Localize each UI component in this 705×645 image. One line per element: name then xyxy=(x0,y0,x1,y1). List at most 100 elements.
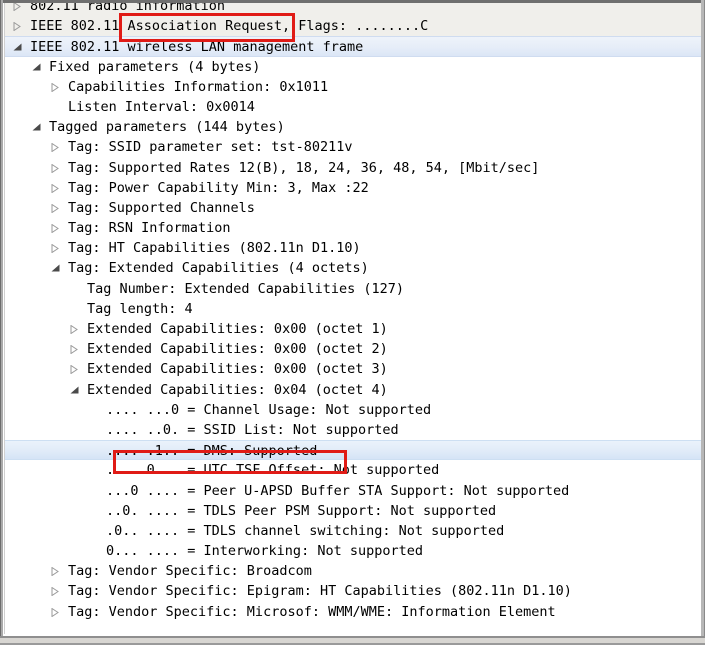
tree-row-label: ...0 .... = Peer U-APSD Buffer STA Suppo… xyxy=(106,482,570,499)
tree-row-label: .... .1.. = DMS: Supported xyxy=(106,443,318,460)
tree-row-content: Tag: Extended Capabilities (4 octets) xyxy=(5,258,701,278)
tree-row[interactable]: Extended Capabilities: 0x00 (octet 1) xyxy=(5,319,701,339)
tree-row-content: Tag: Supported Channels xyxy=(5,198,701,218)
tree-row[interactable]: Capabilities Information: 0x1011 xyxy=(5,77,701,97)
tree-expander-collapsed-icon[interactable] xyxy=(51,198,63,218)
tree-expander-collapsed-icon[interactable] xyxy=(51,581,63,601)
tree-expander-collapsed-icon[interactable] xyxy=(70,339,82,359)
tree-row[interactable]: .0.. .... = TDLS channel switching: Not … xyxy=(5,521,701,541)
tree-row[interactable]: 802.11 radio information xyxy=(5,3,701,17)
tree-row[interactable]: Fixed parameters (4 bytes) xyxy=(5,57,701,77)
tree-row-label: Tag: Power Capability Min: 3, Max :22 xyxy=(68,179,369,196)
tree-expander-collapsed-icon[interactable] xyxy=(51,158,63,178)
tree-row[interactable]: 0... .... = Interworking: Not supported xyxy=(5,541,701,561)
tree-row-label: 0... .... = Interworking: Not supported xyxy=(106,543,423,560)
tree-row[interactable]: Tag Number: Extended Capabilities (127) xyxy=(5,279,701,299)
tree-row-label: ..0. .... = TDLS Peer PSM Support: Not s… xyxy=(106,502,497,519)
tree-row[interactable]: .... 0... = UTC TSF Offset: Not supporte… xyxy=(5,460,701,480)
tree-expander-collapsed-icon[interactable] xyxy=(70,359,82,379)
tree-expander-collapsed-icon[interactable] xyxy=(51,602,63,622)
tree-row-content: .... ...0 = Channel Usage: Not supported xyxy=(5,400,701,420)
tree-row-content: Tag: Vendor Specific: Broadcom xyxy=(5,561,701,581)
tree-row-list: 802.11 radio information IEEE 802.11 Asso… xyxy=(5,3,701,622)
tree-row[interactable]: Tag: Supported Channels xyxy=(5,198,701,218)
packet-details-pane: 802.11 radio information IEEE 802.11 Asso… xyxy=(0,0,705,645)
tree-row[interactable]: .... ..0. = SSID List: Not supported xyxy=(5,420,701,440)
tree-row-content: Tag length: 4 xyxy=(5,299,701,319)
tree-expander-collapsed-icon[interactable] xyxy=(13,3,25,16)
tree-row-label: Fixed parameters (4 bytes) xyxy=(49,58,261,75)
tree-row[interactable]: Extended Capabilities: 0x00 (octet 3) xyxy=(5,359,701,379)
tree-row-content: .... ..0. = SSID List: Not supported xyxy=(5,420,701,440)
tree-row-label: 802.11 radio information xyxy=(30,3,226,14)
tree-row[interactable]: ..0. .... = TDLS Peer PSM Support: Not s… xyxy=(5,501,701,521)
packet-detail-tree[interactable]: 802.11 radio information IEEE 802.11 Asso… xyxy=(5,3,701,634)
tree-expander-collapsed-icon[interactable] xyxy=(70,319,82,339)
tree-row-content: Tag: Power Capability Min: 3, Max :22 xyxy=(5,178,701,198)
tree-row[interactable]: Extended Capabilities: 0x04 (octet 4) xyxy=(5,380,701,400)
tree-row[interactable]: Tag: Extended Capabilities (4 octets) xyxy=(5,258,701,278)
tree-row[interactable]: Tag: Vendor Specific: Epigram: HT Capabi… xyxy=(5,581,701,601)
tree-expander-expanded-icon[interactable] xyxy=(70,380,82,400)
tree-row-label: Tag: Vendor Specific: Microsof: WMM/WME:… xyxy=(68,603,556,620)
tree-row-content: .... .1.. = DMS: Supported xyxy=(5,441,701,459)
tree-row[interactable]: Tag: Supported Rates 12(B), 18, 24, 36, … xyxy=(5,158,701,178)
tree-row-content: IEEE 802.11 Association Request, Flags: … xyxy=(5,16,701,36)
tree-expander-expanded-icon[interactable] xyxy=(32,117,44,137)
tree-row-content: ..0. .... = TDLS Peer PSM Support: Not s… xyxy=(5,501,701,521)
tree-row-content: Tag: HT Capabilities (802.11n D1.10) xyxy=(5,238,701,258)
tree-row[interactable]: Tag: RSN Information xyxy=(5,218,701,238)
tree-row[interactable]: IEEE 802.11 Association Request, Flags: … xyxy=(5,16,701,37)
tree-row[interactable]: Tag: Power Capability Min: 3, Max :22 xyxy=(5,178,701,198)
tree-row-content: Extended Capabilities: 0x04 (octet 4) xyxy=(5,380,701,400)
tree-row-label: .0.. .... = TDLS channel switching: Not … xyxy=(106,522,505,539)
tree-row-content: Tagged parameters (144 bytes) xyxy=(5,117,701,137)
tree-expander-collapsed-icon[interactable] xyxy=(51,218,63,238)
tree-row-content: Tag: RSN Information xyxy=(5,218,701,238)
tree-row[interactable]: Tag: Vendor Specific: Broadcom xyxy=(5,561,701,581)
tree-expander-collapsed-icon[interactable] xyxy=(51,238,63,258)
tree-row-label: .... ..0. = SSID List: Not supported xyxy=(106,421,399,438)
tree-row[interactable]: Listen Interval: 0x0014 xyxy=(5,97,701,117)
tree-row-label: Tag: SSID parameter set: tst-80211v xyxy=(68,139,353,156)
tree-row-label: Tagged parameters (144 bytes) xyxy=(49,119,285,136)
tree-row-label: Tag: Extended Capabilities (4 octets) xyxy=(68,260,369,277)
tree-row-content: Extended Capabilities: 0x00 (octet 2) xyxy=(5,339,701,359)
tree-row-content: IEEE 802.11 wireless LAN management fram… xyxy=(5,37,701,55)
tree-row-content: Tag Number: Extended Capabilities (127) xyxy=(5,279,701,299)
tree-row[interactable]: Tag: SSID parameter set: tst-80211v xyxy=(5,137,701,157)
tree-expander-collapsed-icon[interactable] xyxy=(51,137,63,157)
tree-expander-expanded-icon[interactable] xyxy=(32,57,44,77)
tree-row-label: Tag: Vendor Specific: Epigram: HT Capabi… xyxy=(68,583,572,600)
tree-row[interactable]: Tag length: 4 xyxy=(5,299,701,319)
pane-left-border xyxy=(0,0,3,645)
tree-row-content: .... 0... = UTC TSF Offset: Not supporte… xyxy=(5,460,701,480)
tree-row[interactable]: ...0 .... = Peer U-APSD Buffer STA Suppo… xyxy=(5,481,701,501)
tree-row[interactable]: Extended Capabilities: 0x00 (octet 2) xyxy=(5,339,701,359)
tree-row[interactable]: .... ...0 = Channel Usage: Not supported xyxy=(5,400,701,420)
tree-row-label: Extended Capabilities: 0x00 (octet 3) xyxy=(87,361,388,378)
tree-row-label: Tag: Supported Rates 12(B), 18, 24, 36, … xyxy=(68,159,540,176)
tree-row-label: IEEE 802.11 wireless LAN management fram… xyxy=(30,39,364,56)
tree-row-content: Listen Interval: 0x0014 xyxy=(5,97,701,117)
tree-row-label: Extended Capabilities: 0x00 (octet 2) xyxy=(87,341,388,358)
tree-row-label: Tag: HT Capabilities (802.11n D1.10) xyxy=(68,240,361,257)
tree-row[interactable]: IEEE 802.11 wireless LAN management fram… xyxy=(5,36,701,57)
tree-expander-collapsed-icon[interactable] xyxy=(51,561,63,581)
tree-row-label: Tag Number: Extended Capabilities (127) xyxy=(87,280,404,297)
tree-row-label: Extended Capabilities: 0x00 (octet 1) xyxy=(87,321,388,337)
tree-row[interactable]: .... .1.. = DMS: Supported xyxy=(5,440,701,461)
tree-row[interactable]: Tagged parameters (144 bytes) xyxy=(5,117,701,137)
tree-row-content: Capabilities Information: 0x1011 xyxy=(5,77,701,97)
tree-row[interactable]: Tag: HT Capabilities (802.11n D1.10) xyxy=(5,238,701,258)
tree-expander-collapsed-icon[interactable] xyxy=(51,77,63,97)
tree-expander-collapsed-icon[interactable] xyxy=(51,178,63,198)
tree-row[interactable]: Tag: Vendor Specific: Microsof: WMM/WME:… xyxy=(5,602,701,622)
tree-row-content: Extended Capabilities: 0x00 (octet 1) xyxy=(5,319,701,339)
tree-row-content: 0... .... = Interworking: Not supported xyxy=(5,541,701,561)
tree-expander-expanded-icon[interactable] xyxy=(13,37,25,57)
tree-expander-collapsed-icon[interactable] xyxy=(13,16,25,36)
tree-row-label: Tag length: 4 xyxy=(87,300,193,317)
tree-row-content: ...0 .... = Peer U-APSD Buffer STA Suppo… xyxy=(5,481,701,501)
tree-expander-expanded-icon[interactable] xyxy=(51,258,63,278)
